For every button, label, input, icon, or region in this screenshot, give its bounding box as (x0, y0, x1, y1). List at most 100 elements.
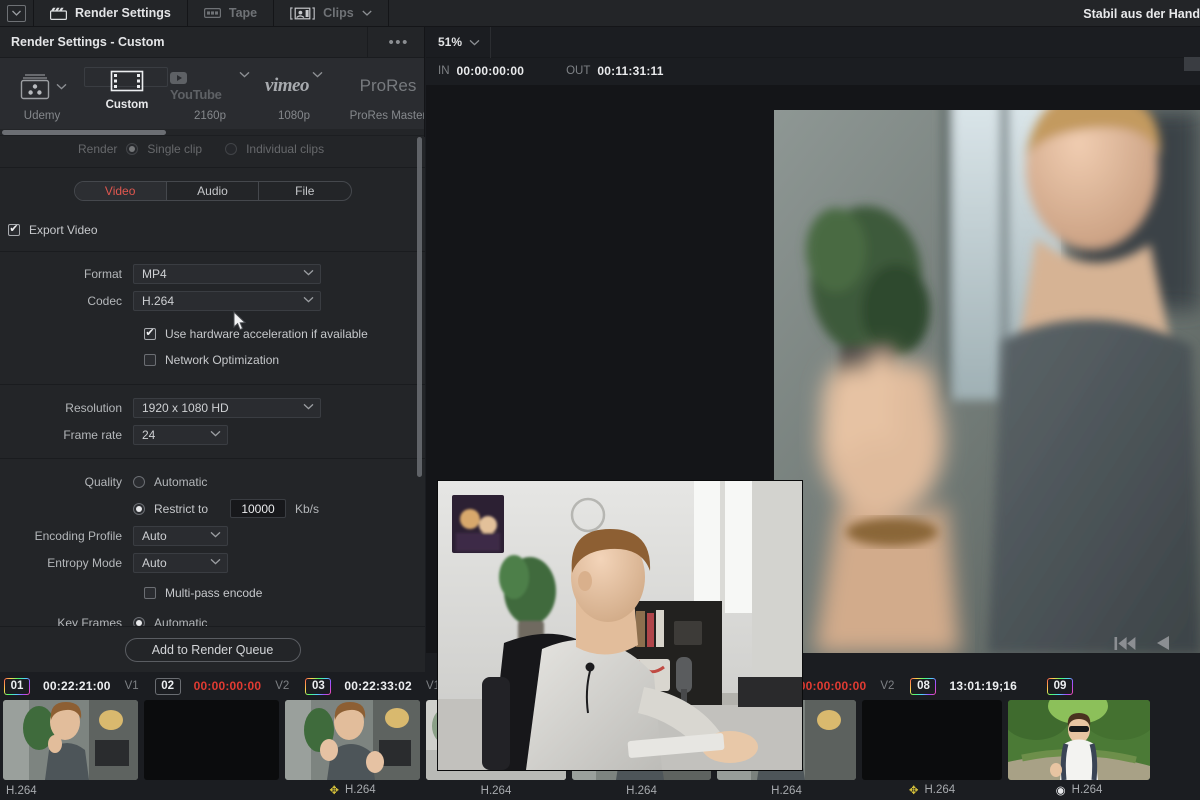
render-settings-panel: Render Settings - Custom ••• Udemy Custo… (0, 26, 425, 672)
viewer-in-out-bar: IN 00:00:00:00 OUT 00:11:31:11 (426, 58, 1200, 84)
render-mode-label: Render (78, 142, 118, 156)
quality-automatic-radio[interactable] (133, 475, 145, 488)
encoding-profile-select[interactable]: Auto (133, 525, 228, 546)
hw-accel-row[interactable]: ✔ Use hardware acceleration if available (144, 323, 425, 345)
tab-tape[interactable]: Tape (188, 0, 275, 27)
out-point-timecode[interactable]: 00:11:31:11 (597, 64, 663, 78)
preset-prores-master[interactable]: ProRes ProRes Master (336, 67, 424, 122)
entropy-mode-select[interactable]: Auto (133, 552, 228, 573)
clip-number-badge[interactable]: 01 (4, 677, 30, 695)
codec-text: H.264 (480, 785, 512, 797)
clip-entry[interactable]: 08 13:01:19;16 (910, 674, 1047, 698)
in-point-timecode[interactable]: 00:00:00:00 (457, 64, 525, 78)
clip-number-badge[interactable]: 02 (154, 677, 181, 695)
render-settings-title: Render Settings - Custom (11, 35, 165, 49)
export-video-label: Export Video (29, 223, 98, 237)
clip-timecode: 00:22:33:02 (344, 679, 412, 693)
preset-custom[interactable]: Custom (84, 67, 168, 111)
thumbnail-cell[interactable]: ◉ H.264 (1005, 698, 1153, 800)
render-settings-scrollbar[interactable] (417, 137, 422, 477)
chevron-down-icon[interactable] (56, 83, 67, 90)
preset-youtube-2160p[interactable]: YouTube 2160p (168, 67, 252, 122)
codec-text: H.264 (1071, 784, 1103, 796)
play-reverse-icon[interactable] (1156, 635, 1170, 651)
tab-render-settings[interactable]: Render Settings (34, 0, 188, 27)
thumbnail-cell[interactable]: ✥ H.264 (859, 698, 1005, 800)
resolution-select[interactable]: 1920 x 1080 HD (133, 397, 321, 418)
clip-number-badge[interactable]: 03 (305, 677, 332, 695)
thumbnail-image (144, 700, 279, 780)
thumbnail-cell[interactable]: H.264 (0, 698, 141, 800)
vimeo-icon: vimeo (265, 75, 309, 96)
quality-restrict-radio[interactable] (133, 502, 145, 515)
resolution-value: 1920 x 1080 HD (142, 400, 229, 415)
divider (0, 384, 425, 385)
tape-icon (203, 7, 221, 19)
thumbnail-cell[interactable]: ✥ H.264 (282, 698, 423, 800)
render-queue-bar: Add to Render Queue (0, 626, 425, 672)
program-frame (774, 110, 1200, 653)
project-title-text: Stabil aus der Hand (1083, 6, 1200, 21)
multipass-encode-row[interactable]: Multi-pass encode (144, 582, 425, 604)
render-individual-clips-label: Individual clips (246, 142, 325, 156)
clip-number-badge[interactable]: 09 (1047, 677, 1074, 695)
clip-entry[interactable]: 02 00:00:00:00 V2 (154, 674, 306, 698)
preset-udemy[interactable]: Udemy (0, 67, 84, 122)
render-single-clip-radio[interactable] (126, 143, 139, 155)
frame-rate-select[interactable]: 24 (133, 424, 228, 445)
format-select[interactable]: MP4 (133, 263, 321, 284)
clip-track: V2 (880, 680, 895, 692)
multipass-encode-checkbox[interactable] (144, 587, 156, 599)
clip-timecode: 00:00:00:00 (193, 679, 262, 693)
tab-file[interactable]: File (259, 182, 350, 200)
tab-audio[interactable]: Audio (167, 182, 260, 200)
preset-strip-scroll-thumb[interactable] (2, 130, 166, 135)
render-individual-clips-radio[interactable] (225, 143, 238, 155)
tab-video[interactable]: Video (74, 182, 167, 200)
export-video-row[interactable]: ✔ Export Video (8, 219, 425, 241)
thumbnail-codec-label: ◉ H.264 (1056, 783, 1103, 797)
preset-strip-scrollbar[interactable] (0, 129, 424, 135)
add-to-render-queue-button[interactable]: Add to Render Queue (124, 637, 301, 662)
zoom-control[interactable]: 51% (426, 26, 492, 58)
quality-restrict-label: Restrict to (154, 501, 209, 516)
color-wheel-icon: ✥ (329, 785, 339, 797)
color-wheel-icon: ✥ (908, 785, 919, 797)
chevron-down-icon[interactable] (239, 71, 250, 78)
clip-number-badge[interactable]: 08 (910, 677, 937, 695)
chevron-down-icon[interactable] (362, 10, 372, 16)
bitrate-input[interactable]: 10000 (230, 499, 286, 518)
chevron-down-icon[interactable] (469, 39, 480, 46)
clip-track: V2 (275, 680, 290, 692)
clip-entry[interactable]: 03 00:22:33:02 V1 (305, 674, 456, 698)
tab-audio-label: Audio (197, 184, 228, 198)
ellipsis-icon[interactable]: ••• (367, 26, 411, 58)
clip-entry[interactable]: 09 (1047, 674, 1074, 698)
codec-text: H.264 (924, 784, 956, 796)
network-optimization-row[interactable]: Network Optimization (144, 349, 425, 371)
thumbnail-cell[interactable] (141, 698, 282, 800)
format-row: Format MP4 (0, 260, 425, 287)
frame-rate-label: Frame rate (63, 427, 122, 442)
folder-preset-icon (17, 71, 53, 101)
chevron-down-icon[interactable] (312, 71, 323, 78)
export-video-checkbox[interactable]: ✔ (8, 224, 20, 236)
network-optimization-checkbox[interactable] (144, 354, 156, 366)
panel-toggle-button[interactable] (0, 0, 34, 27)
viewer-edge-tab[interactable] (1184, 57, 1200, 71)
quality-restrict-row: Restrict to 10000 Kb/s (0, 495, 425, 522)
format-value: MP4 (142, 266, 167, 281)
thumbnail-codec-label: H.264 (771, 785, 802, 797)
floating-preview-window[interactable] (438, 481, 802, 770)
codec-select[interactable]: H.264 (133, 290, 321, 311)
clips-icon (290, 6, 315, 20)
hw-accel-checkbox[interactable]: ✔ (144, 328, 156, 340)
tab-clips[interactable]: Clips (274, 0, 389, 27)
preset-custom-label: Custom (105, 99, 149, 111)
tab-video-label: Video (104, 184, 136, 198)
thumbnail-codec-label: H.264 (6, 785, 37, 797)
clip-entry[interactable]: 01 00:22:21:00 V1 (0, 674, 155, 698)
preset-vimeo-1080p[interactable]: vimeo 1080p (252, 67, 336, 122)
top-toolbar: Render Settings Tape Clips Stabil aus de… (0, 0, 1200, 27)
jump-to-start-icon[interactable] (1114, 636, 1136, 651)
